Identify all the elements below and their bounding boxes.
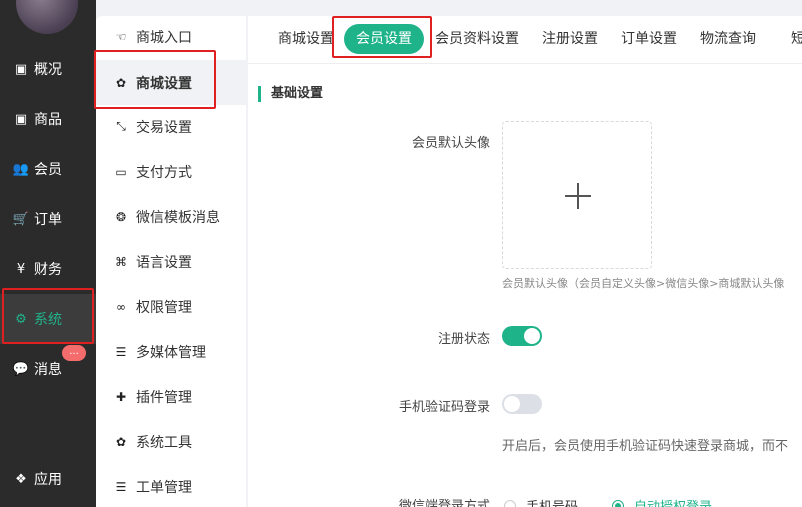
radio-label: 自动授权登录 (634, 496, 712, 507)
rail-item-finance[interactable]: ¥ 财务 (0, 244, 96, 294)
hand-point-icon: ☜ (115, 29, 127, 44)
wechat-login-label: 微信端登录方式 (398, 499, 490, 507)
submenu-item-media[interactable]: ☰ 多媒体管理 (96, 329, 246, 374)
rail-item-label: 应用 (34, 472, 62, 488)
gear-icon: ✿ (115, 75, 127, 90)
tab-register-settings[interactable]: 注册设置 (542, 24, 598, 54)
register-status-label: 注册状态 (437, 332, 490, 347)
rail-item-label: 系统 (34, 312, 62, 328)
settings-panel: 商城设置 会员设置 会员资料设置 注册设置 订单设置 物流查询 短 基础设置 会… (248, 16, 802, 507)
rail-item-label: 财务 (34, 262, 62, 278)
mask-icon: ∞ (116, 299, 126, 314)
submenu-item-trade-settings[interactable]: ⤡ 交易设置 (96, 104, 246, 149)
submenu-item-permissions[interactable]: ∞ 权限管理 (96, 284, 246, 329)
submenu-item-mall-settings[interactable]: ✿ 商城设置 (96, 60, 246, 105)
submenu-item-language[interactable]: ⌘ 语言设置 (96, 239, 246, 284)
rail-item-goods[interactable]: ▣ 商品 (0, 94, 96, 144)
submenu-item-plugins[interactable]: ✚ 插件管理 (96, 374, 246, 419)
translate-icon: ⌘ (115, 254, 127, 269)
rail-item-members[interactable]: 👥 会员 (0, 144, 96, 194)
register-status-toggle[interactable] (502, 326, 542, 346)
rail-item-system[interactable]: ⚙ 系统 (0, 294, 96, 344)
submenu-item-label: 多媒体管理 (136, 344, 206, 361)
submenu-item-system-tools[interactable]: ✿ 系统工具 (96, 419, 246, 464)
submenu-item-label: 支付方式 (136, 164, 192, 181)
sms-login-toggle[interactable] (502, 394, 542, 414)
rail-item-label: 订单 (34, 212, 62, 228)
submenu-item-label: 插件管理 (136, 389, 192, 406)
submenu-item-label: 语言设置 (136, 254, 192, 271)
tab-member-profile-settings[interactable]: 会员资料设置 (435, 24, 519, 54)
yen-icon: ¥ (16, 261, 26, 277)
submenu-item-label: 商城入口 (136, 29, 192, 46)
tab-member-settings[interactable]: 会员设置 (344, 24, 424, 54)
submenu-item-label: 微信模板消息 (136, 209, 220, 226)
avatar-label: 会员默认头像 (411, 136, 490, 151)
user-avatar[interactable] (16, 0, 78, 34)
tab-truncated[interactable]: 短 (791, 24, 802, 54)
home-icon: ▣ (14, 61, 28, 77)
submenu-item-tickets[interactable]: ☰ 工单管理 (96, 464, 246, 507)
apps-icon: ❖ (15, 471, 27, 487)
tab-order-settings[interactable]: 订单设置 (621, 24, 677, 54)
goods-icon: ▣ (14, 111, 28, 127)
submenu-item-label: 系统工具 (136, 434, 192, 451)
submenu-item-label: 权限管理 (136, 299, 192, 316)
radio-auto-auth[interactable]: 自动授权登录 (612, 496, 712, 507)
sms-login-label: 手机验证码登录 (398, 400, 490, 415)
submenu-item-payment[interactable]: ▭ 支付方式 (96, 149, 246, 194)
list-icon: ☰ (115, 344, 127, 359)
rail-item-label: 商品 (34, 112, 62, 128)
puzzle-icon: ✚ (115, 389, 127, 404)
rail-item-overview[interactable]: ▣ 概况 (0, 44, 96, 94)
rail-item-orders[interactable]: 🛒 订单 (0, 194, 96, 244)
exchange-icon: ⤡ (116, 119, 126, 133)
radio-phone-number[interactable]: 手机号码 (504, 496, 578, 507)
submenu-item-label: 交易设置 (136, 119, 192, 136)
rail-item-label: 概况 (34, 62, 62, 78)
avatar-hint: 会员默认头像（会员自定义头像>微信头像>商城默认头像 (502, 277, 785, 290)
avatar-uploader[interactable] (502, 121, 652, 269)
rail-item-label: 消息 (34, 362, 62, 378)
message-count-badge: ... (62, 345, 86, 361)
credit-card-icon: ▭ (115, 164, 127, 179)
tab-logistics-query[interactable]: 物流查询 (700, 24, 756, 54)
cart-icon: 🛒 (12, 211, 30, 227)
rail-item-apps[interactable]: ❖ 应用 (0, 454, 96, 504)
tab-mall-settings[interactable]: 商城设置 (278, 24, 334, 54)
submenu-item-wechat-template[interactable]: ❂ 微信模板消息 (96, 194, 246, 239)
sms-login-hint: 开启后，会员使用手机验证码快速登录商城，而不 (502, 439, 789, 454)
gears-icon: ⚙ (15, 311, 27, 327)
main-nav-rail: ▣ 概况 ▣ 商品 👥 会员 🛒 订单 ¥ 财务 ⚙ 系统 💬 消息 ... ❖… (0, 0, 96, 507)
submenu-item-label: 商城设置 (136, 75, 192, 92)
radio-label: 手机号码 (526, 496, 578, 507)
wechat-icon: ❂ (115, 209, 127, 224)
section-title: 基础设置 (258, 86, 323, 102)
system-submenu: ☜ 商城入口 ✿ 商城设置 ⤡ 交易设置 ▭ 支付方式 ❂ 微信模板消息 ⌘ 语… (96, 16, 246, 507)
settings-tabs: 商城设置 会员设置 会员资料设置 注册设置 订单设置 物流查询 短 (248, 16, 802, 64)
submenu-item-label: 工单管理 (136, 479, 192, 496)
tool-gear-icon: ✿ (115, 434, 127, 449)
submenu-item-mall-entry[interactable]: ☜ 商城入口 (96, 14, 246, 59)
chat-icon: 💬 (12, 361, 30, 377)
rail-item-label: 会员 (34, 162, 62, 178)
users-icon: 👥 (12, 161, 30, 177)
ticket-list-icon: ☰ (115, 479, 127, 494)
